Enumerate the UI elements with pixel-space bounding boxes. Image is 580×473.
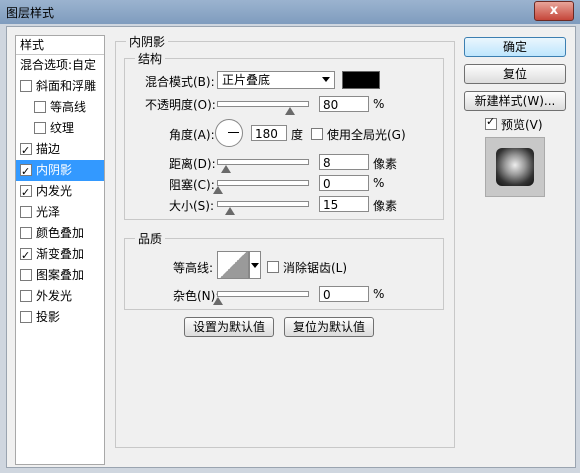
window-title: 图层样式: [6, 6, 55, 20]
sidebar-item-checkbox[interactable]: [20, 289, 32, 302]
antialias-checkbox[interactable]: [267, 261, 279, 273]
sidebar-item[interactable]: 描边: [16, 139, 104, 161]
sidebar-item[interactable]: 等高线: [16, 97, 104, 118]
sidebar-item-checkbox[interactable]: [20, 268, 32, 281]
contour-picker[interactable]: [217, 251, 249, 279]
sidebar-item-label: 渐变叠加: [36, 247, 85, 261]
antialias-label: 消除锯齿(L): [283, 261, 348, 275]
sidebar-item[interactable]: 颜色叠加: [16, 223, 104, 244]
sidebar-item[interactable]: 纹理: [16, 118, 104, 139]
sidebar-item-label: 描边: [36, 142, 61, 156]
opacity-slider-thumb[interactable]: [285, 107, 295, 115]
style-items: 混合选项:自定斜面和浮雕等高线纹理描边内阴影内发光光泽颜色叠加渐变叠加图案叠加外…: [16, 55, 104, 328]
size-label: 大小(S):: [169, 199, 215, 213]
sidebar-item-label: 颜色叠加: [36, 226, 85, 240]
ok-button[interactable]: 确定: [464, 37, 566, 57]
sidebar-item[interactable]: 渐变叠加: [16, 244, 104, 266]
sidebar-item[interactable]: 混合选项:自定: [16, 55, 104, 76]
reset-button[interactable]: 复位: [464, 64, 566, 84]
distance-slider-thumb[interactable]: [221, 165, 231, 173]
preview-swatch: [496, 148, 534, 186]
inner-shadow-group: 内阴影 结构 混合模式(B): 正片叠底 不透明度(O): 80 % 角度(A)…: [115, 33, 455, 448]
sidebar-item-label: 投影: [36, 310, 61, 324]
sidebar-item-label: 光泽: [36, 205, 61, 219]
sidebar-item[interactable]: 光泽: [16, 202, 104, 223]
noise-slider-thumb[interactable]: [213, 297, 223, 305]
sidebar-item-checkbox[interactable]: [34, 121, 46, 134]
sidebar-item-checkbox[interactable]: [34, 100, 46, 113]
new-style-button[interactable]: 新建样式(W)...: [464, 91, 566, 111]
opacity-slider[interactable]: [217, 101, 309, 107]
sidebar-item-checkbox[interactable]: [20, 245, 32, 266]
distance-unit: 像素: [373, 157, 398, 171]
preview-label: 预览(V): [501, 118, 543, 132]
sidebar-item[interactable]: 斜面和浮雕: [16, 76, 104, 97]
sidebar-item-label: 等高线: [50, 100, 87, 114]
choke-label: 阻塞(C):: [169, 178, 215, 192]
blend-mode-value: 正片叠底: [222, 73, 271, 87]
sidebar-item[interactable]: 图案叠加: [16, 265, 104, 286]
sidebar-item-label: 内发光: [36, 184, 73, 198]
layer-style-dialog: 样式 混合选项:自定斜面和浮雕等高线纹理描边内阴影内发光光泽颜色叠加渐变叠加图案…: [6, 26, 576, 468]
blend-mode-select[interactable]: 正片叠底: [217, 71, 335, 89]
close-button[interactable]: x: [534, 1, 574, 21]
size-slider-thumb[interactable]: [225, 207, 235, 215]
sidebar-item-label: 混合选项:自定: [20, 58, 97, 72]
blend-mode-label: 混合模式(B):: [145, 75, 215, 89]
chevron-down-icon: [251, 263, 259, 268]
opacity-label: 不透明度(O):: [145, 98, 216, 112]
style-list: 样式 混合选项:自定斜面和浮雕等高线纹理描边内阴影内发光光泽颜色叠加渐变叠加图案…: [15, 35, 105, 465]
style-preview: [485, 137, 545, 197]
choke-slider-thumb[interactable]: [213, 186, 223, 194]
angle-unit: 度: [291, 128, 304, 142]
sidebar-item-label: 图案叠加: [36, 268, 85, 282]
size-field[interactable]: 15: [319, 196, 369, 212]
angle-field[interactable]: 180: [251, 125, 287, 141]
noise-field[interactable]: 0: [319, 286, 369, 302]
global-light-label: 使用全局光(G): [327, 128, 406, 142]
opacity-unit: %: [373, 97, 385, 111]
title-bar: 图层样式 x: [0, 0, 580, 24]
distance-label: 距离(D):: [169, 157, 216, 171]
set-default-button[interactable]: 设置为默认值: [184, 317, 274, 337]
quality-group: 品质 等高线: 消除锯齿(L) 杂色(N): 0 %: [124, 230, 444, 310]
contour-label: 等高线:: [173, 261, 214, 275]
sidebar-item-label: 纹理: [50, 121, 75, 135]
choke-unit: %: [373, 176, 385, 190]
contour-dropdown[interactable]: [249, 251, 261, 279]
sidebar-item-checkbox[interactable]: [20, 79, 32, 92]
sidebar-item-checkbox[interactable]: [20, 161, 32, 182]
sidebar-item-label: 斜面和浮雕: [36, 79, 97, 93]
sidebar-item[interactable]: 内发光: [16, 181, 104, 203]
structure-title: 结构: [135, 50, 166, 67]
distance-field[interactable]: 8: [319, 154, 369, 170]
sidebar-item-checkbox[interactable]: [20, 140, 32, 161]
sidebar-item[interactable]: 内阴影: [16, 160, 104, 182]
quality-title: 品质: [135, 230, 166, 247]
opacity-field[interactable]: 80: [319, 96, 369, 112]
sidebar-item-checkbox[interactable]: [20, 226, 32, 239]
sidebar-item-label: 内阴影: [36, 163, 73, 177]
angle-label: 角度(A):: [169, 128, 215, 142]
sidebar-item-checkbox[interactable]: [20, 182, 32, 203]
sidebar-item[interactable]: 投影: [16, 307, 104, 328]
sidebar-item-checkbox[interactable]: [20, 310, 32, 323]
inner-shadow-title: 内阴影: [126, 33, 169, 50]
choke-field[interactable]: 0: [319, 175, 369, 191]
global-light-checkbox[interactable]: [311, 128, 323, 140]
size-unit: 像素: [373, 199, 398, 213]
sidebar-item[interactable]: 外发光: [16, 286, 104, 307]
sidebar-item-checkbox[interactable]: [20, 205, 32, 218]
angle-dial[interactable]: [215, 119, 243, 147]
reset-default-button[interactable]: 复位为默认值: [284, 317, 374, 337]
noise-slider[interactable]: [217, 291, 309, 297]
style-list-header[interactable]: 样式: [16, 36, 104, 55]
sidebar-item-label: 外发光: [36, 289, 73, 303]
blend-color-swatch[interactable]: [342, 71, 380, 89]
noise-unit: %: [373, 287, 385, 301]
structure-group: 结构 混合模式(B): 正片叠底 不透明度(O): 80 % 角度(A): 18…: [124, 50, 444, 220]
chevron-down-icon: [322, 77, 330, 82]
choke-slider[interactable]: [217, 180, 309, 186]
preview-checkbox[interactable]: [485, 115, 497, 130]
